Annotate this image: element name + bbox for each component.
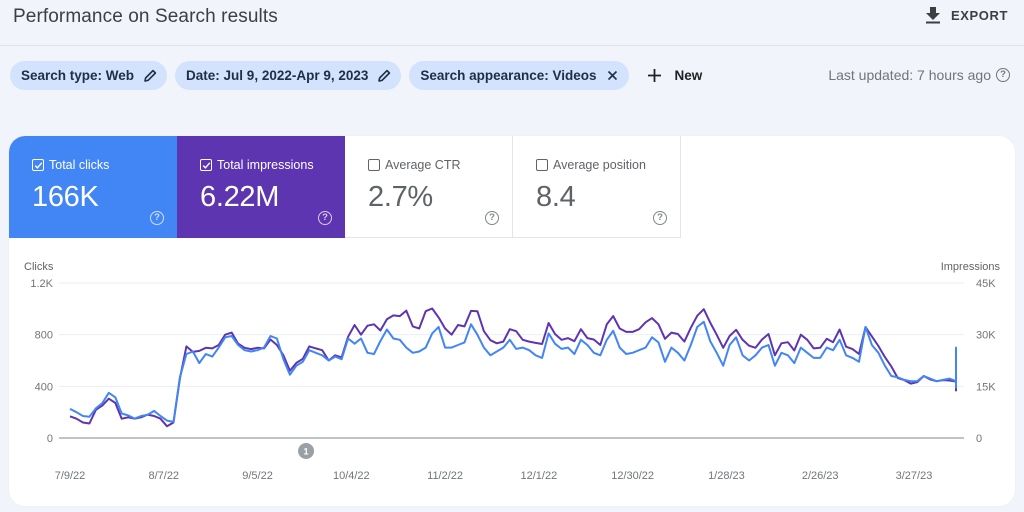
right-axis-tick: 15K bbox=[976, 381, 996, 393]
pencil-icon[interactable] bbox=[144, 69, 157, 82]
filter-chip-label: Search type: Web bbox=[21, 68, 135, 83]
annotation-label: 1 bbox=[304, 447, 309, 457]
last-updated-text: Last updated: 7 hours ago bbox=[828, 67, 991, 83]
right-axis-tick: 0 bbox=[976, 433, 982, 445]
series-line-clicks bbox=[69, 320, 957, 423]
new-filter-label: New bbox=[674, 68, 703, 83]
plus-icon bbox=[648, 69, 662, 82]
series-line-impressions bbox=[69, 307, 957, 428]
x-axis-tick: 12/1/22 bbox=[521, 470, 558, 482]
filter-chip-label: Search appearance: Videos bbox=[420, 68, 597, 83]
right-axis-tick: 45K bbox=[976, 278, 996, 290]
close-icon[interactable] bbox=[606, 69, 619, 82]
left-axis-tick: 800 bbox=[35, 330, 53, 342]
x-axis-tick: 12/30/22 bbox=[611, 470, 654, 482]
x-axis-tick: 2/26/23 bbox=[802, 470, 839, 482]
x-axis-tick: 9/5/22 bbox=[242, 470, 273, 482]
help-icon[interactable]: ? bbox=[996, 68, 1010, 82]
performance-line-chart[interactable]: 0 400 800 1.2K 0 15K 30K 45K 7/9/22 8/7/22 9/5/22 1… bbox=[9, 136, 1015, 506]
x-axis-tick: 8/7/22 bbox=[148, 470, 179, 482]
filter-chip-date[interactable]: Date: Jul 9, 2022-Apr 9, 2023 bbox=[175, 61, 402, 90]
left-axis-tick: 0 bbox=[47, 433, 53, 445]
pencil-icon[interactable] bbox=[378, 69, 391, 82]
export-button[interactable]: EXPORT bbox=[925, 6, 1008, 24]
filter-bar: Search type: Web Date: Jul 9, 2022-Apr 9… bbox=[10, 61, 702, 90]
left-axis-tick: 400 bbox=[35, 381, 53, 393]
page-title: Performance on Search results bbox=[13, 6, 278, 27]
left-axis-tick: 1.2K bbox=[30, 278, 53, 290]
new-filter-button[interactable]: New bbox=[647, 68, 702, 83]
page-header: Performance on Search results EXPORT bbox=[0, 0, 1024, 46]
right-axis-tick: 30K bbox=[976, 330, 996, 342]
filter-chip-search-appearance[interactable]: Search appearance: Videos bbox=[409, 61, 630, 90]
performance-chart-card: Total clicks 166K ? Total impressions 6.… bbox=[9, 136, 1015, 506]
filter-chip-label: Date: Jul 9, 2022-Apr 9, 2023 bbox=[186, 68, 369, 83]
x-axis-tick: 3/27/23 bbox=[896, 470, 933, 482]
last-updated: Last updated: 7 hours ago ? bbox=[828, 67, 1010, 83]
filter-chip-search-type[interactable]: Search type: Web bbox=[10, 61, 168, 90]
x-axis-tick: 7/9/22 bbox=[55, 470, 86, 482]
export-label: EXPORT bbox=[950, 7, 1008, 23]
x-axis-tick: 1/28/23 bbox=[708, 470, 745, 482]
x-axis-tick: 11/2/22 bbox=[427, 470, 463, 482]
x-axis-tick: 10/4/22 bbox=[333, 470, 370, 482]
download-icon bbox=[925, 7, 940, 24]
